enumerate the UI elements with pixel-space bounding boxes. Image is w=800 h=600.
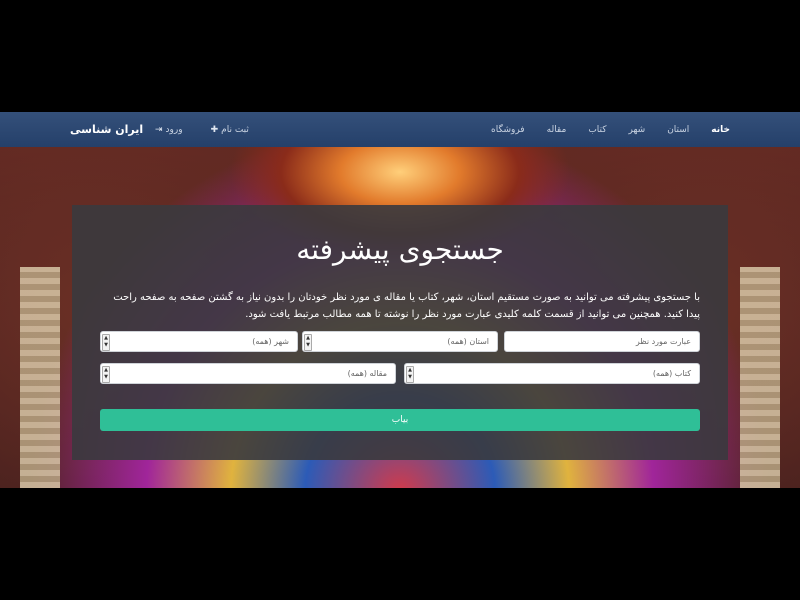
right-pillar-decoration [740, 267, 780, 488]
nav-link-article[interactable]: مقاله [547, 125, 567, 135]
nav-link-book[interactable]: کتاب [588, 125, 606, 135]
select-arrows-icon: ▲ ▼ [304, 334, 312, 351]
hero-background-image: جستجوی پیشرفته با جستجوی پیشرفته می توان… [0, 147, 800, 488]
article-select-value: مقاله (همه) [347, 369, 387, 378]
select-arrows-icon: ▲ ▼ [102, 366, 110, 383]
search-description: با جستجوی پیشرفته می توانید به صورت مستق… [113, 292, 700, 320]
signup-label: ثبت نام [221, 124, 249, 135]
keyword-input[interactable]: عبارت مورد نظر [504, 331, 700, 352]
select-arrows-icon: ▲ ▼ [406, 366, 414, 383]
nav-link-home[interactable]: خانه [711, 125, 730, 135]
nav-link-city[interactable]: شهر [629, 125, 646, 135]
left-pillar-decoration [20, 267, 60, 488]
article-select[interactable]: مقاله (همه) ▲ ▼ [100, 363, 396, 384]
nav-link-province[interactable]: استان [667, 125, 689, 135]
city-select-value: شهر (همه) [252, 337, 289, 346]
login-link[interactable]: ⇥ ورود [155, 125, 183, 135]
book-select-value: کتاب (همه) [652, 369, 691, 378]
advanced-search-panel: جستجوی پیشرفته با جستجوی پیشرفته می توان… [72, 205, 728, 460]
auth-links: ⇥ ورود ✚ ثبت نام [155, 112, 249, 147]
brand-logo-text[interactable]: ایران شناسی [70, 112, 143, 147]
select-arrows-icon: ▲ ▼ [102, 334, 110, 351]
nav-links: خانه استان شهر کتاب مقاله فروشگاه [491, 112, 730, 147]
city-select[interactable]: شهر (همه) ▲ ▼ [100, 331, 298, 352]
province-select[interactable]: استان (همه) ▲ ▼ [302, 331, 498, 352]
login-label: ورود [165, 124, 183, 135]
search-title: جستجوی پیشرفته [296, 233, 504, 266]
signup-link[interactable]: ✚ ثبت نام [211, 125, 249, 135]
top-navbar: خانه استان شهر کتاب مقاله فروشگاه ⇥ ورود… [0, 112, 800, 148]
province-select-value: استان (همه) [447, 337, 489, 346]
nav-link-shop[interactable]: فروشگاه [491, 125, 525, 135]
book-select[interactable]: کتاب (همه) ▲ ▼ [404, 363, 700, 384]
search-submit-button[interactable]: بیاب [100, 409, 700, 431]
user-plus-icon: ✚ [210, 124, 219, 135]
sign-in-icon: ⇥ [155, 124, 163, 135]
